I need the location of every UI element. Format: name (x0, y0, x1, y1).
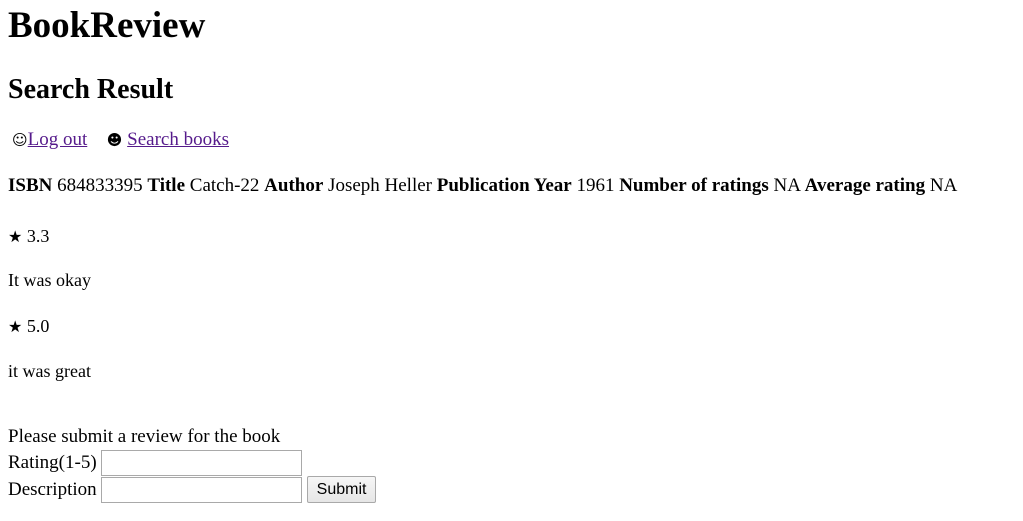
smiley-icon: ☺ (12, 131, 28, 149)
isbn-label: ISBN (8, 175, 53, 196)
rating-input[interactable] (100, 449, 302, 476)
year-value: 1961 (576, 175, 615, 196)
description-row: Description Submit (8, 476, 1015, 503)
avg-rating-value: NA (929, 175, 958, 196)
title-label: Title (147, 175, 186, 196)
form-intro: Please submit a review for the book (8, 426, 281, 447)
review-text: It was okay (8, 270, 91, 290)
smiley-filled-icon: ☻ (106, 131, 123, 149)
star-icon: ★ (8, 317, 23, 336)
app-title: BookReview (8, 5, 206, 46)
nav-bar: ☺Log out ☻ Search books (8, 129, 1015, 151)
rating-row: Rating(1-5) (8, 449, 1015, 476)
author-label: Author (264, 175, 324, 196)
book-details: ISBN 684833395 Title Catch-22 Author Jos… (8, 175, 1015, 197)
description-input[interactable] (100, 476, 302, 503)
title-value: Catch-22 (189, 175, 260, 196)
review-rating-value: 3.3 (26, 226, 50, 246)
review-rating: ★ 3.3 (8, 225, 1015, 248)
review-rating-value: 5.0 (26, 316, 50, 336)
review-form: Please submit a review for the book Rati… (8, 426, 1015, 503)
page-title: Search Result (8, 74, 174, 105)
page: BookReview Search Result ☺Log out ☻ Sear… (0, 0, 1023, 503)
year-label: Publication Year (436, 175, 572, 196)
review-rating: ★ 5.0 (8, 315, 1015, 338)
review-text: it was great (8, 361, 91, 381)
num-ratings-label: Number of ratings (619, 175, 769, 196)
description-label: Description (8, 478, 97, 500)
logout-link[interactable]: Log out (28, 129, 88, 150)
isbn-value: 684833395 (57, 175, 143, 196)
star-icon: ★ (8, 227, 23, 246)
search-books-link[interactable]: Search books (127, 129, 229, 150)
rating-label: Rating(1-5) (8, 451, 97, 473)
author-value: Joseph Heller (328, 175, 432, 196)
avg-rating-label: Average rating (804, 175, 926, 196)
num-ratings-value: NA (773, 175, 800, 196)
submit-button[interactable]: Submit (306, 476, 377, 503)
